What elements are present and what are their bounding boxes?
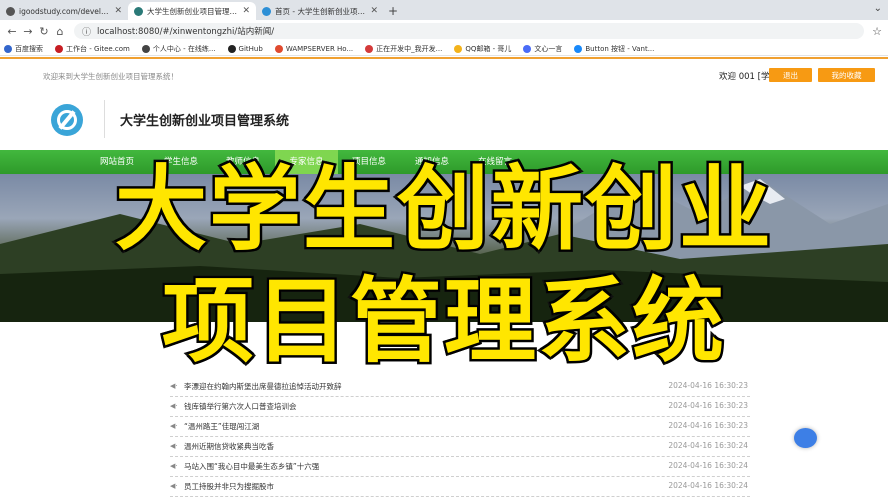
bookmark-item[interactable]: 个人中心 - 在线练... xyxy=(141,44,216,54)
bookmark-favicon-icon xyxy=(574,44,583,53)
bookmark-item[interactable]: WAMPSERVER Ho... xyxy=(274,44,354,53)
tab-close-icon[interactable]: ✕ xyxy=(242,6,250,16)
tab-favicon-icon xyxy=(262,6,271,16)
list-bullet-icon: ◀· xyxy=(170,462,178,470)
bookmarks-bar: 百度搜索 工作台 - Gitee.com 个人中心 - 在线练... GitHu… xyxy=(0,42,888,56)
logo-divider xyxy=(104,100,105,138)
list-bullet-icon: ◀· xyxy=(170,482,178,490)
news-item[interactable]: ◀· 李漂迎在约翰内斯堡出席曼德拉追悼活动开致辞 2024-04-16 16:3… xyxy=(170,377,750,397)
bookmark-favicon-icon xyxy=(141,44,150,53)
news-item[interactable]: ◀· 温州近期信贷收紧典当吃香 2024-04-16 16:30:24 xyxy=(170,437,750,457)
bookmark-favicon-icon xyxy=(365,44,374,53)
bookmark-label: 正在开发中_我开发... xyxy=(376,44,443,53)
bookmark-item[interactable]: 文心一言 xyxy=(523,44,562,54)
news-item[interactable]: ◀· 马站入围“我心目中最美生态乡镇”十六强 2024-04-16 16:30:… xyxy=(170,457,750,477)
tab-title: 首页 - 大学生创新创业项目管理系 xyxy=(275,6,366,16)
address-bar: ← → ↻ ⌂ ⓘ localhost:8080/#/xinwentongzhi… xyxy=(0,20,888,42)
site-title: 大学生创新创业项目管理系统 xyxy=(120,114,290,129)
tab-title: 大学生创新创业项目管理系统 xyxy=(147,6,239,16)
bookmark-favicon-icon xyxy=(55,44,63,53)
site-logo-icon xyxy=(51,104,83,136)
url-text: localhost:8080/#/xinwentongzhi/站内新闻/ xyxy=(97,27,275,37)
tab-favicon-icon xyxy=(134,6,143,16)
favorites-button[interactable]: 我的收藏 xyxy=(818,68,875,82)
bookmark-label: WAMPSERVER Ho... xyxy=(285,44,354,53)
news-date: 2024-04-16 16:30:24 xyxy=(668,481,748,490)
floating-assistant-button[interactable] xyxy=(794,428,817,448)
back-icon[interactable]: ← xyxy=(4,25,20,38)
list-bullet-icon: ◀· xyxy=(170,422,178,430)
bookmark-favicon-icon xyxy=(454,44,463,53)
news-item[interactable]: ◀· “温州路王”佳琨闯江湖 2024-04-16 16:30:23 xyxy=(170,417,750,437)
logout-button[interactable]: 退出 xyxy=(769,68,812,82)
news-date: 2024-04-16 16:30:23 xyxy=(668,401,748,410)
bookmark-label: 个人中心 - 在线练... xyxy=(152,44,216,53)
tab-favicon-icon xyxy=(6,6,15,16)
news-date: 2024-04-16 16:30:24 xyxy=(668,461,748,470)
bookmark-label: GitHub xyxy=(238,44,263,53)
bookmark-label: Button 按钮 - Vant... xyxy=(585,44,655,53)
bookmark-item[interactable]: 正在开发中_我开发... xyxy=(365,44,442,54)
list-bullet-icon: ◀· xyxy=(170,442,178,450)
bookmark-label: 工作台 - Gitee.com xyxy=(66,44,130,53)
news-title[interactable]: 马站入围“我心目中最美生态乡镇”十六强 xyxy=(184,461,319,472)
reload-icon[interactable]: ↻ xyxy=(36,25,52,38)
news-title[interactable]: 温州近期信贷收紧典当吃香 xyxy=(184,441,274,452)
overlay-title-line1: 大学生创新创业 xyxy=(112,156,773,263)
news-date: 2024-04-16 16:30:24 xyxy=(668,441,748,450)
news-date: 2024-04-16 16:30:23 xyxy=(668,381,748,390)
header-accent-line xyxy=(0,57,888,59)
news-title[interactable]: 钱库镇举行第六次人口普查培训会 xyxy=(184,401,297,412)
list-bullet-icon: ◀· xyxy=(170,382,178,390)
news-date: 2024-04-16 16:30:23 xyxy=(668,421,748,430)
tab-close-icon[interactable]: ✕ xyxy=(114,6,122,16)
news-item[interactable]: ◀· 员工持股并非只为搜掘股市 2024-04-16 16:30:24 xyxy=(170,477,750,497)
bookmark-item[interactable]: 工作台 - Gitee.com xyxy=(55,44,130,54)
bookmark-star-icon[interactable]: ☆ xyxy=(870,25,884,38)
news-title[interactable]: 员工持股并非只为搜掘股市 xyxy=(184,481,274,492)
news-item[interactable]: ◀· 钱库镇举行第六次人口普查培训会 2024-04-16 16:30:23 xyxy=(170,397,750,417)
site-info-icon[interactable]: ⓘ xyxy=(82,25,91,38)
bookmark-item[interactable]: QQ邮箱 - 哥儿 xyxy=(454,44,511,54)
bookmark-label: 文心一言 xyxy=(534,44,563,53)
url-input[interactable]: ⓘ localhost:8080/#/xinwentongzhi/站内新闻/ xyxy=(74,23,864,39)
bookmark-favicon-icon xyxy=(227,44,236,53)
bookmark-item[interactable]: Button 按钮 - Vant... xyxy=(574,44,654,54)
tab-title: igoodstudy.com/developer/ xyxy=(19,6,111,16)
bookmark-favicon-icon xyxy=(274,44,283,53)
browser-tab-strip: igoodstudy.com/developer/ ✕ 大学生创新创业项目管理系… xyxy=(0,0,888,20)
bookmark-label: 百度搜索 xyxy=(15,44,43,53)
new-tab-button[interactable]: + xyxy=(384,2,402,20)
browser-tab-1[interactable]: igoodstudy.com/developer/ ✕ xyxy=(0,2,128,20)
browser-tab-3[interactable]: 首页 - 大学生创新创业项目管理系 ✕ xyxy=(256,2,384,20)
tab-close-icon[interactable]: ✕ xyxy=(370,6,378,16)
welcome-text: 欢迎来到大学生创新创业项目管理系统！ xyxy=(43,72,178,81)
bookmark-item[interactable]: GitHub xyxy=(227,44,263,53)
home-icon[interactable]: ⌂ xyxy=(52,25,68,38)
news-list: ◀· 李漂迎在约翰内斯堡出席曼德拉追悼活动开致辞 2024-04-16 16:3… xyxy=(170,377,750,497)
news-title[interactable]: 李漂迎在约翰内斯堡出席曼德拉追悼活动开致辞 xyxy=(184,381,342,392)
browser-tab-2[interactable]: 大学生创新创业项目管理系统 ✕ xyxy=(128,2,256,20)
list-bullet-icon: ◀· xyxy=(170,402,178,410)
bookmark-favicon-icon xyxy=(523,44,532,53)
news-title[interactable]: “温州路王”佳琨闯江湖 xyxy=(184,421,259,432)
bookmark-favicon-icon xyxy=(4,44,12,53)
overlay-title-line2: 项目管理系统 xyxy=(159,268,726,375)
bookmark-item[interactable]: 百度搜索 xyxy=(4,44,43,54)
window-controls-icon[interactable]: ⌄ xyxy=(874,3,882,14)
forward-icon[interactable]: → xyxy=(20,25,36,38)
bookmark-label: QQ邮箱 - 哥儿 xyxy=(465,44,512,53)
